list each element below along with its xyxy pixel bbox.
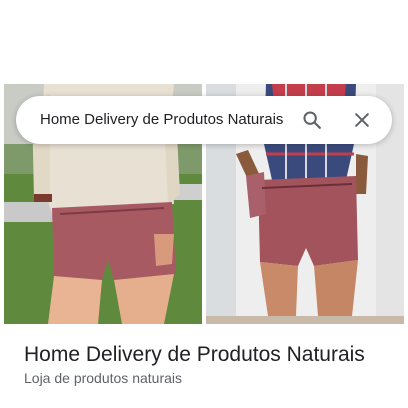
search-button[interactable]: [294, 102, 330, 138]
search-input[interactable]: [40, 108, 294, 132]
close-icon: [352, 110, 372, 130]
search-icon: [301, 109, 323, 131]
place-category: Loja de produtos naturais: [24, 370, 182, 386]
search-box[interactable]: [16, 96, 392, 144]
clear-search-button[interactable]: [344, 102, 380, 138]
place-card: Home Delivery de Produtos Naturais Loja …: [0, 0, 408, 408]
place-title: Home Delivery de Produtos Naturais: [24, 343, 365, 366]
